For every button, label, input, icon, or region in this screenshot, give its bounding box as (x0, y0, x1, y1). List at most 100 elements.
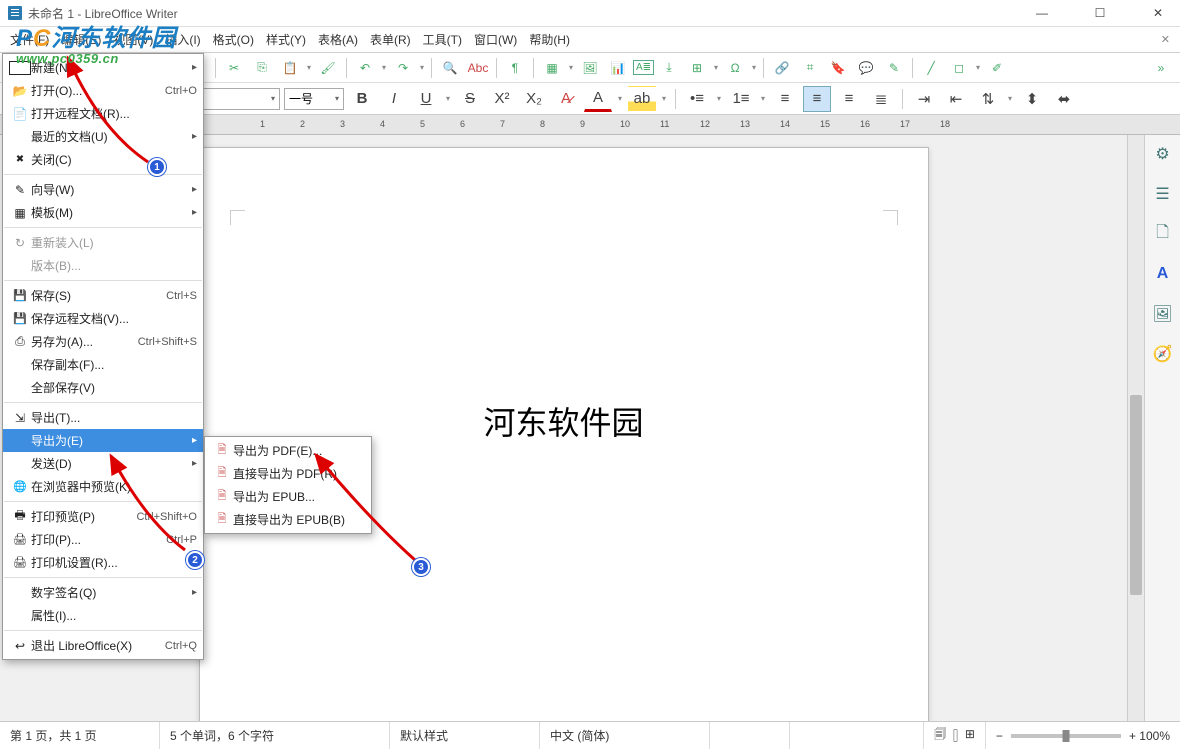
file-menu-item[interactable]: 新建(N)▸ (3, 56, 203, 79)
document-page[interactable]: 河东软件园 (199, 147, 929, 721)
shapes-dropdown[interactable]: ▾ (974, 63, 982, 72)
insert-pagebreak-button[interactable]: ⤓ (656, 55, 682, 81)
file-menu-item[interactable]: 数字签名(Q)▸ (3, 581, 203, 604)
line-spacing-dropdown[interactable]: ▾ (1006, 94, 1014, 103)
underline-dropdown[interactable]: ▾ (444, 94, 452, 103)
close-button[interactable]: ✕ (1144, 3, 1172, 23)
zoom-in-button[interactable]: + (1129, 729, 1136, 743)
indent-increase-button[interactable]: ⇥ (910, 86, 938, 112)
status-language[interactable]: 中文 (简体) (540, 722, 710, 749)
spellcheck-button[interactable]: Abc (465, 55, 491, 81)
italic-button[interactable]: I (380, 86, 408, 112)
footnote-button[interactable]: ⌗ (797, 55, 823, 81)
clear-format-button[interactable]: A̷ (552, 86, 580, 112)
bold-button[interactable]: B (348, 86, 376, 112)
bookmark-button[interactable]: 🔖 (825, 55, 851, 81)
highlight-button[interactable]: ab (628, 86, 656, 112)
menu-help[interactable]: 帮助(H) (523, 28, 576, 51)
align-center-button[interactable]: ≡ (803, 86, 831, 112)
status-pages[interactable]: 第 1 页，共 1 页 (0, 722, 160, 749)
line-button[interactable]: ╱ (918, 55, 944, 81)
menu-table[interactable]: 表格(A) (312, 28, 364, 51)
file-menu-item[interactable]: 最近的文档(U)▸ (3, 125, 203, 148)
status-style[interactable]: 默认样式 (390, 722, 540, 749)
file-menu-item[interactable]: 另存为(A)...Ctrl+Shift+S (3, 330, 203, 353)
menu-tools[interactable]: 工具(T) (417, 28, 468, 51)
file-menu-item[interactable]: 保存副本(F)... (3, 353, 203, 376)
sidebar-styles-icon[interactable]: A (1150, 261, 1176, 287)
status-words[interactable]: 5 个单词，6 个字符 (160, 722, 390, 749)
redo-button[interactable]: ↷ (390, 55, 416, 81)
insert-table-button[interactable]: ▦ (539, 55, 565, 81)
close-document-button[interactable]: ✕ (1155, 33, 1176, 46)
minimize-button[interactable]: — (1028, 3, 1056, 23)
hyperlink-button[interactable]: 🔗 (769, 55, 795, 81)
track-changes-button[interactable]: ✎ (881, 55, 907, 81)
align-right-button[interactable]: ≡ (835, 86, 863, 112)
font-size-combo[interactable]: 一号▾ (284, 88, 344, 110)
scrollbar-thumb[interactable] (1130, 395, 1142, 595)
file-menu-item[interactable]: 打开(O)...Ctrl+O (3, 79, 203, 102)
zoom-value[interactable]: 100% (1139, 729, 1170, 743)
find-button[interactable]: 🔍 (437, 55, 463, 81)
more-button[interactable]: » (1148, 55, 1174, 81)
status-selection[interactable] (790, 722, 924, 749)
file-menu-item[interactable]: 模板(M)▸ (3, 201, 203, 224)
menu-view[interactable]: 视图(V) (107, 28, 159, 51)
clone-format-button[interactable]: 🖌 (315, 55, 341, 81)
superscript-button[interactable]: X² (488, 86, 516, 112)
special-dropdown[interactable]: ▾ (750, 63, 758, 72)
subscript-button[interactable]: X₂ (520, 86, 548, 112)
file-menu-item[interactable]: 打印机设置(R)... (3, 551, 203, 574)
vertical-scrollbar[interactable] (1127, 135, 1144, 721)
status-insert[interactable] (710, 722, 790, 749)
file-menu-item[interactable]: 发送(D)▸ (3, 452, 203, 475)
insert-chart-button[interactable]: 📊 (605, 55, 631, 81)
sidebar-page-icon[interactable]: 🗋 (1150, 221, 1176, 247)
menu-form[interactable]: 表单(R) (364, 28, 417, 51)
zoom-slider-thumb[interactable] (1062, 730, 1069, 742)
paste-button[interactable]: 📋 (277, 55, 303, 81)
menu-edit[interactable]: 编辑(E) (55, 28, 107, 51)
file-menu-item[interactable]: 向导(W)▸ (3, 178, 203, 201)
file-menu-item[interactable]: 打印预览(P)Ctrl+Shift+O (3, 505, 203, 528)
sidebar-navigator-icon[interactable]: 🧭 (1150, 341, 1176, 367)
file-menu-item[interactable]: 属性(I)... (3, 604, 203, 627)
comment-button[interactable]: 💬 (853, 55, 879, 81)
bullets-dropdown[interactable]: ▾ (715, 94, 723, 103)
strikethrough-button[interactable]: S (456, 86, 484, 112)
highlight-dropdown[interactable]: ▾ (660, 94, 668, 103)
file-menu-item[interactable]: 全部保存(V) (3, 376, 203, 399)
paste-dropdown[interactable]: ▾ (305, 63, 313, 72)
font-color-dropdown[interactable]: ▾ (616, 94, 624, 103)
export-submenu-item[interactable]: 直接导出为 PDF(R) (205, 462, 371, 485)
redo-dropdown[interactable]: ▾ (418, 63, 426, 72)
file-menu-item[interactable]: 保存远程文档(V)... (3, 307, 203, 330)
file-menu-item[interactable]: 导出(T)... (3, 406, 203, 429)
line-spacing-button[interactable]: ⇅ (974, 86, 1002, 112)
file-menu-item[interactable]: 保存(S)Ctrl+S (3, 284, 203, 307)
zoom-slider[interactable] (1011, 734, 1121, 738)
menu-insert[interactable]: 插入(I) (159, 28, 206, 51)
draw-button[interactable]: ✐ (984, 55, 1010, 81)
insert-field-button[interactable]: ⊞ (684, 55, 710, 81)
underline-button[interactable]: U (412, 86, 440, 112)
file-menu-item[interactable]: 导出为(E)▸ (3, 429, 203, 452)
numbering-button[interactable]: 1≡ (727, 86, 755, 112)
numbering-dropdown[interactable]: ▾ (759, 94, 767, 103)
sidebar-properties-icon[interactable]: ☰ (1150, 181, 1176, 207)
bullets-button[interactable]: •≡ (683, 86, 711, 112)
file-menu-item[interactable]: 打开远程文档(R)... (3, 102, 203, 125)
status-view-icons[interactable]: 🗐 ▯ ⊞ (924, 722, 986, 749)
align-left-button[interactable]: ≡ (771, 86, 799, 112)
pilcrow-button[interactable]: ¶ (502, 55, 528, 81)
export-submenu-item[interactable]: 导出为 EPUB... (205, 485, 371, 508)
menu-styles[interactable]: 样式(Y) (260, 28, 312, 51)
shapes-button[interactable]: ◻ (946, 55, 972, 81)
para-spacing-dec-button[interactable]: ⬌ (1050, 86, 1078, 112)
menu-format[interactable]: 格式(O) (207, 28, 260, 51)
export-submenu-item[interactable]: 直接导出为 EPUB(B) (205, 508, 371, 531)
zoom-out-button[interactable]: − (996, 729, 1003, 743)
field-dropdown[interactable]: ▾ (712, 63, 720, 72)
indent-decrease-button[interactable]: ⇤ (942, 86, 970, 112)
